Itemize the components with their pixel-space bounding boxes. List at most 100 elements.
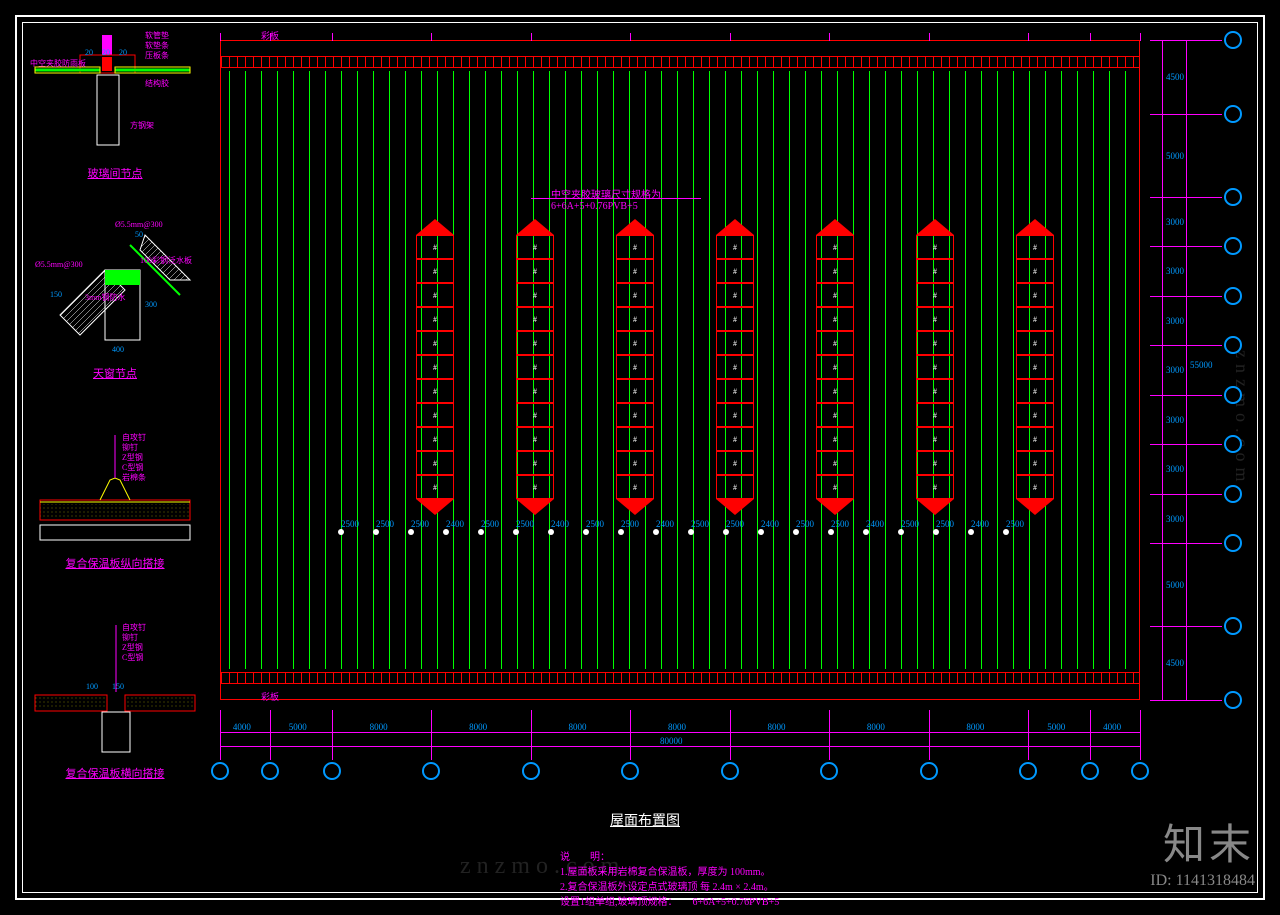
dim-tick	[1003, 529, 1009, 535]
skylight-column: ###########	[916, 219, 954, 515]
grid-dim: 5000	[1166, 151, 1184, 161]
glass-callout: 中空夹胶玻璃尺寸规格为 6+6A+5+0.76PVB+5	[551, 186, 661, 212]
grid-bubble	[1019, 762, 1037, 780]
detail-3-svg	[30, 430, 200, 550]
grid-line	[730, 710, 731, 760]
grid-dim: 3000	[1166, 217, 1184, 227]
roof-outline: 彩板 彩板 中空夹胶玻璃尺寸规格为 6+6A+5+0.76PVB+5 #####…	[220, 40, 1140, 700]
sky-dim: 2500	[831, 519, 849, 529]
grid-bubble	[1224, 386, 1242, 404]
grid-dim: 4500	[1166, 72, 1184, 82]
sky-dim: 2500	[376, 519, 394, 529]
dim-tick	[408, 529, 414, 535]
sky-dim: 2500	[411, 519, 429, 529]
sky-dim: 2400	[656, 519, 674, 529]
skylight-column: ###########	[1016, 219, 1054, 515]
skylight-dims: 2500 2500 2500 2400 2500 2500 2400 2500 2500 2400…	[341, 519, 1019, 531]
grid-dim: 5000	[1047, 722, 1065, 732]
roof-rail-top	[221, 56, 1139, 68]
skylight-column: ###########	[516, 219, 554, 515]
grid-total: 55000	[1190, 360, 1213, 370]
dim-tick	[443, 529, 449, 535]
grid-dim: 3000	[1166, 415, 1184, 425]
grid-total: 80000	[660, 736, 683, 746]
rail-label-bot: 彩板	[261, 690, 279, 703]
watermark-id: ID: 1141318484	[1150, 872, 1255, 890]
grid-dim: 3000	[1166, 514, 1184, 524]
sky-dim: 2500	[586, 519, 604, 529]
details-column: 中空夹胶防雨板 软管垫 软垫条 压板条 结构胶 方钢架 20 20 20 玻璃间…	[30, 30, 200, 830]
grid-bubble	[1224, 691, 1242, 709]
roof-edge	[236, 56, 1124, 57]
grid-bubble	[1224, 287, 1242, 305]
sky-dim: 2500	[691, 519, 709, 529]
sky-dim: 2500	[481, 519, 499, 529]
grid-bubble	[522, 762, 540, 780]
grid-dim: 8000	[867, 722, 885, 732]
grid-line	[332, 710, 333, 760]
grid-line	[220, 710, 221, 760]
grid-dim: 8000	[569, 722, 587, 732]
sky-dim: 2500	[936, 519, 954, 529]
dim-tick	[583, 529, 589, 535]
dim-tick	[513, 529, 519, 535]
grid-dim: 8000	[966, 722, 984, 732]
grid-bubble	[1224, 617, 1242, 635]
grid-line	[1090, 710, 1091, 760]
sky-dim: 2400	[446, 519, 464, 529]
grid-bubble	[211, 762, 229, 780]
grid-line	[929, 710, 930, 760]
dim-tick	[863, 529, 869, 535]
dim-tick	[898, 529, 904, 535]
detail-3: 自攻钉 铆钉 Z型钢 C型钢 岩棉条 复合保温板纵向搭接	[30, 430, 200, 590]
grid-dim: 3000	[1166, 266, 1184, 276]
grid-dim: 8000	[370, 722, 388, 732]
dim-tick	[653, 529, 659, 535]
grid-dim: 4500	[1166, 658, 1184, 668]
dim-tick	[793, 529, 799, 535]
grid-bubble	[261, 762, 279, 780]
dim-tick	[688, 529, 694, 535]
detail-1: 中空夹胶防雨板 软管垫 软垫条 压板条 结构胶 方钢架 20 20 20 玻璃间…	[30, 30, 200, 190]
grid-line	[270, 710, 271, 760]
grid-bubble	[1224, 31, 1242, 49]
sky-dim: 2400	[866, 519, 884, 529]
watermark: 知末 ID: 1141318484	[1150, 811, 1255, 890]
grid-dim: 3000	[1166, 464, 1184, 474]
dim-tick	[723, 529, 729, 535]
dim-tick	[828, 529, 834, 535]
dim-tick	[618, 529, 624, 535]
grid-dim: 5000	[289, 722, 307, 732]
dim-tick	[968, 529, 974, 535]
grid-dim: 8000	[668, 722, 686, 732]
dim-tick	[933, 529, 939, 535]
grid-bubble	[1131, 762, 1149, 780]
sky-dim: 2400	[971, 519, 989, 529]
grid-line	[829, 710, 830, 760]
grid-line	[1150, 700, 1222, 701]
watermark-logo: 知末	[1150, 811, 1255, 872]
grid-line	[630, 710, 631, 760]
detail-4: 自攻钉 铆钉 Z型钢 C型钢 100 150 复合保温板横向搭接	[30, 620, 200, 800]
grid-dim: 8000	[469, 722, 487, 732]
watermark-url-2: znzmo.com	[1231, 350, 1252, 487]
main-title: 屋面布置图	[610, 810, 680, 830]
dim-tick	[338, 529, 344, 535]
dim-tick	[373, 529, 379, 535]
detail-1-svg	[30, 30, 200, 160]
skylight-column: ###########	[716, 219, 754, 515]
roof-plan: 彩板 彩板 中空夹胶玻璃尺寸规格为 6+6A+5+0.76PVB+5 #####…	[220, 40, 1140, 740]
grid-line	[431, 710, 432, 760]
sky-dim: 2500	[796, 519, 814, 529]
sky-dim: 2500	[1006, 519, 1024, 529]
sky-dim: 2500	[621, 519, 639, 529]
dim-tick	[548, 529, 554, 535]
grid-line	[1140, 710, 1141, 760]
grid-dim: 3000	[1166, 365, 1184, 375]
sky-dim: 2500	[516, 519, 534, 529]
sky-dim: 2500	[341, 519, 359, 529]
grid-bubble	[323, 762, 341, 780]
detail-2: Ø5.5mm@300 Ø5.5mm@300 100彩钢泛水板 3mm钢防水 40…	[30, 220, 200, 400]
sky-dim: 2400	[551, 519, 569, 529]
grid-bubble	[721, 762, 739, 780]
